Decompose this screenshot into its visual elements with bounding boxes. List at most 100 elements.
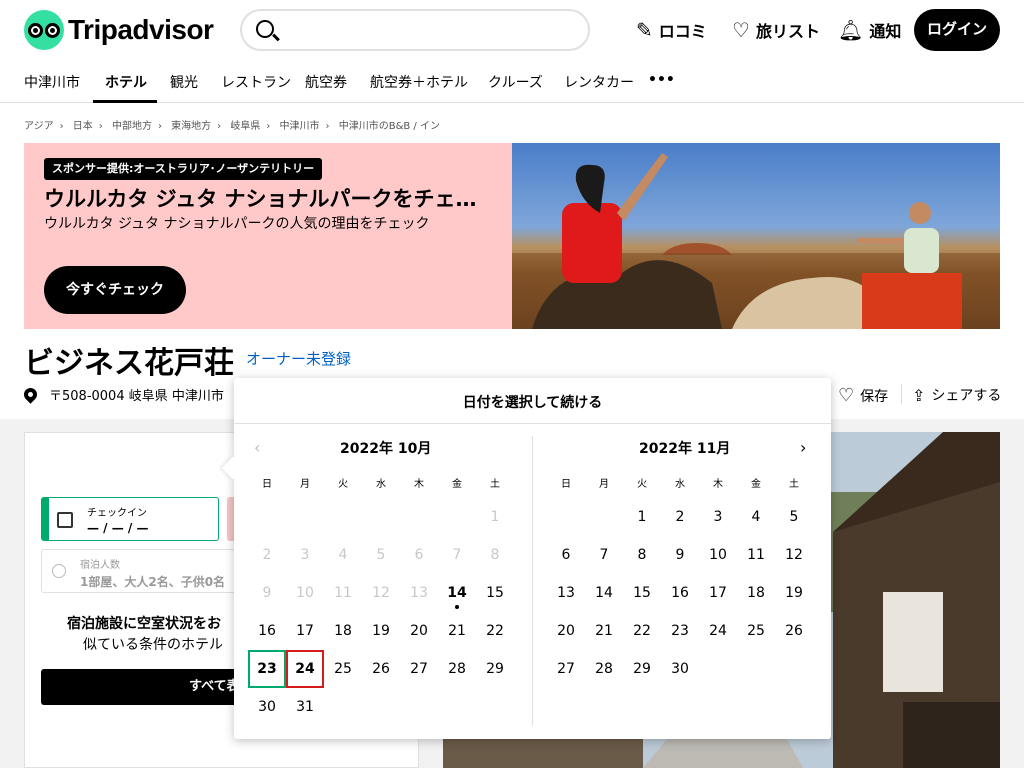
calendar-day[interactable]: 11 bbox=[737, 536, 775, 574]
sponsored-banner[interactable]: スポンサー提供:オーストラリア･ノーザンテリトリー ウルルカタ ジュタ ナショナ… bbox=[24, 143, 1000, 329]
calendar-day[interactable]: 6 bbox=[547, 536, 585, 574]
show-all-button[interactable]: すべて表 bbox=[41, 669, 251, 705]
checkin-field[interactable]: チェックイン — / — / — bbox=[41, 497, 219, 541]
banner-cta-button[interactable]: 今すぐチェック bbox=[44, 266, 186, 314]
month-title-november: 2022年 11月 bbox=[639, 441, 731, 457]
calendar-day[interactable]: 30 bbox=[661, 650, 699, 688]
tripadvisor-logo[interactable]: Tripadvisor bbox=[24, 10, 214, 50]
calendar-day[interactable]: 20 bbox=[400, 612, 438, 650]
calendar-day[interactable]: 18 bbox=[737, 574, 775, 612]
calendar-day[interactable]: 22 bbox=[476, 612, 514, 650]
calendar-day[interactable]: 29 bbox=[476, 650, 514, 688]
calendar-day[interactable]: 24 bbox=[699, 612, 737, 650]
breadcrumb-item[interactable]: 岐阜県 bbox=[230, 121, 260, 132]
calendar-day[interactable]: 14 bbox=[438, 574, 476, 612]
calendar-day[interactable]: 4 bbox=[737, 498, 775, 536]
checkin-label: チェックイン bbox=[87, 508, 147, 519]
calendar-day[interactable]: 29 bbox=[623, 650, 661, 688]
category-tabs: 中津川市 ホテル 観光 レストラン 航空券 航空券＋ホテル クルーズ レンタカー… bbox=[0, 60, 1024, 103]
calendar-day[interactable]: 26 bbox=[362, 650, 400, 688]
calendar-day[interactable]: 7 bbox=[585, 536, 623, 574]
calendar-day[interactable]: 22 bbox=[623, 612, 661, 650]
nav-alerts[interactable]: 🔔︎ 通知 bbox=[838, 18, 901, 42]
calendar-day[interactable]: 12 bbox=[775, 536, 813, 574]
breadcrumb-item[interactable]: 日本 bbox=[73, 121, 93, 132]
tab-more[interactable]: ••• bbox=[648, 72, 675, 88]
tab-flight-hotel[interactable]: 航空券＋ホテル bbox=[370, 72, 468, 92]
calendar-day[interactable]: 17 bbox=[286, 612, 324, 650]
divider bbox=[901, 384, 902, 404]
calendar-day[interactable]: 16 bbox=[248, 612, 286, 650]
calendar-day: 11 bbox=[334, 585, 352, 601]
calendar-day: 5 bbox=[376, 547, 386, 563]
calendar-day[interactable]: 19 bbox=[362, 612, 400, 650]
save-button[interactable]: ♡ 保存 bbox=[838, 385, 888, 406]
calendar-day[interactable]: 27 bbox=[547, 650, 585, 688]
tab-rental-cars[interactable]: レンタカー bbox=[564, 72, 634, 92]
breadcrumb-item[interactable]: 中津川市のB&B / イン bbox=[339, 121, 440, 132]
calendar-day[interactable]: 21 bbox=[438, 612, 476, 650]
calendar-day[interactable]: 3 bbox=[699, 498, 737, 536]
calendar-day[interactable]: 23 bbox=[661, 612, 699, 650]
owner-unregistered-link[interactable]: オーナー未登録 bbox=[246, 348, 351, 369]
calendar-day[interactable]: 23 bbox=[248, 650, 286, 688]
search-input[interactable] bbox=[286, 17, 576, 43]
calendar-day[interactable]: 26 bbox=[775, 612, 813, 650]
calendar-day[interactable]: 28 bbox=[585, 650, 623, 688]
calendar-day[interactable]: 31 bbox=[286, 688, 324, 726]
breadcrumb-item[interactable]: 中部地方 bbox=[112, 121, 152, 132]
calendar-day[interactable]: 13 bbox=[547, 574, 585, 612]
calendar-day: 3 bbox=[300, 547, 310, 563]
search-box[interactable] bbox=[240, 9, 590, 51]
nav-trips[interactable]: ♡ 旅リスト bbox=[732, 18, 820, 42]
guests-field[interactable]: 宿泊人数 1部屋、大人2名、子供0名 bbox=[41, 549, 241, 593]
location-pin-icon bbox=[21, 385, 40, 404]
nav-reviews-label: ロコミ bbox=[658, 22, 707, 41]
tab-flights[interactable]: 航空券 bbox=[305, 72, 347, 92]
calendar-day[interactable]: 21 bbox=[585, 612, 623, 650]
tab-city[interactable]: 中津川市 bbox=[24, 72, 80, 92]
calendar-day[interactable]: 16 bbox=[661, 574, 699, 612]
tab-cruises[interactable]: クルーズ bbox=[488, 72, 543, 92]
tab-things-to-do[interactable]: 観光 bbox=[170, 72, 198, 92]
calendar-day[interactable]: 19 bbox=[775, 574, 813, 612]
breadcrumb-item[interactable]: アジア bbox=[24, 121, 54, 132]
calendar-day[interactable]: 25 bbox=[324, 650, 362, 688]
weekday-label: 日 bbox=[561, 479, 571, 490]
banner-subtitle: ウルルカタ ジュタ ナショナルパークの人気の理由をチェック bbox=[44, 216, 430, 232]
calendar-day[interactable]: 27 bbox=[400, 650, 438, 688]
calendar-day[interactable]: 2 bbox=[661, 498, 699, 536]
calendar-day[interactable]: 14 bbox=[585, 574, 623, 612]
calendar-day[interactable]: 10 bbox=[699, 536, 737, 574]
breadcrumb-item[interactable]: 東海地方 bbox=[171, 121, 211, 132]
date-picker-header: 日付を選択して続ける bbox=[234, 378, 831, 424]
breadcrumb-item[interactable]: 中津川市 bbox=[280, 121, 320, 132]
nav-reviews[interactable]: ✎ ロコミ bbox=[636, 18, 707, 42]
owl-logo-icon bbox=[24, 10, 64, 50]
calendar-day[interactable]: 28 bbox=[438, 650, 476, 688]
tab-restaurants[interactable]: レストラン bbox=[221, 72, 291, 92]
login-button[interactable]: ログイン bbox=[914, 9, 1000, 51]
tab-hotels[interactable]: ホテル bbox=[105, 72, 147, 92]
calendar-day[interactable]: 20 bbox=[547, 612, 585, 650]
calendar-day[interactable]: 15 bbox=[623, 574, 661, 612]
person-icon bbox=[52, 564, 66, 578]
calendar-day[interactable]: 18 bbox=[324, 612, 362, 650]
calendar-day[interactable]: 9 bbox=[661, 536, 699, 574]
calendar-day[interactable]: 24 bbox=[286, 650, 324, 688]
share-button[interactable]: ⇪ シェアする bbox=[912, 385, 1001, 405]
guests-label: 宿泊人数 bbox=[80, 560, 120, 571]
availability-text-2: 似ている条件のホテル bbox=[83, 637, 223, 653]
calendar-day[interactable]: 5 bbox=[775, 498, 813, 536]
chevron-right-icon[interactable]: › bbox=[800, 438, 806, 457]
calendar-day[interactable]: 8 bbox=[623, 536, 661, 574]
address-text[interactable]: 〒508-0004 岐阜県 中津川市 bbox=[49, 385, 224, 404]
chevron-right-icon: › bbox=[59, 121, 64, 132]
calendar-day[interactable]: 17 bbox=[699, 574, 737, 612]
calendar-day[interactable]: 30 bbox=[248, 688, 286, 726]
calendar-day[interactable]: 1 bbox=[623, 498, 661, 536]
chevron-left-icon[interactable]: ‹ bbox=[254, 438, 260, 457]
calendar-day[interactable]: 25 bbox=[737, 612, 775, 650]
month-divider bbox=[532, 436, 533, 726]
calendar-day[interactable]: 15 bbox=[476, 574, 514, 612]
